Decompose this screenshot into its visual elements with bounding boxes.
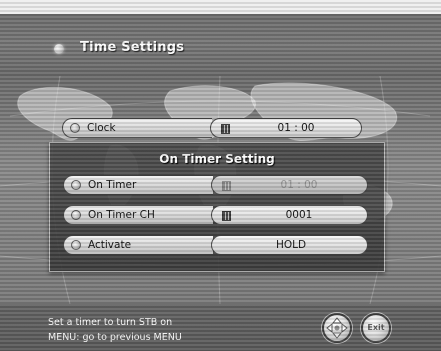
- exit-button[interactable]: Exit: [361, 313, 391, 343]
- on-timer-ch-value-field[interactable]: 0001: [211, 205, 368, 225]
- panel-title: On Timer Setting: [159, 152, 275, 166]
- clock-label-pill: Clock: [62, 118, 212, 138]
- clock-value-field[interactable]: 01 : 00: [210, 118, 362, 138]
- on-timer-row[interactable]: On Timer 01 : 00: [63, 175, 368, 195]
- on-timer-label: On Timer: [88, 179, 137, 191]
- on-timer-value: 01 : 00: [280, 179, 318, 191]
- navigation-arrows-button[interactable]: [322, 313, 352, 343]
- radio-icon: [71, 240, 81, 250]
- radio-icon: [71, 210, 81, 220]
- page-title: Time Settings: [80, 40, 185, 55]
- stb-screen: Time Settings Clock 01: 00 On Timer Set…: [0, 0, 441, 351]
- help-text-line-2: MENU: go to previous MENU: [48, 332, 182, 343]
- numeric-keypad-icon: [221, 124, 230, 134]
- navigation-arrows-icon: [326, 317, 348, 339]
- activate-value-field[interactable]: HOLD: [211, 235, 368, 255]
- on-timer-panel: On Timer Setting On Timer 01 : 00 On Tim…: [49, 142, 385, 272]
- radio-icon: [70, 123, 80, 133]
- clock-value: 01 : 00: [277, 122, 315, 134]
- clock-label: Clock: [87, 122, 116, 134]
- on-timer-label-pill: On Timer: [63, 175, 213, 195]
- exit-label: Exit: [367, 323, 385, 332]
- help-text-line-1: Set a timer to turn STB on: [48, 317, 173, 328]
- top-border: [0, 0, 441, 14]
- title-bar: Time Settings: [0, 14, 441, 76]
- on-timer-ch-label: On Timer CH: [88, 209, 155, 221]
- activate-row[interactable]: Activate HOLD: [63, 235, 368, 255]
- clock-row[interactable]: Clock 01 : 00: [62, 118, 362, 138]
- on-timer-ch-row[interactable]: On Timer CH 0001: [63, 205, 368, 225]
- on-timer-ch-value: 0001: [285, 209, 313, 221]
- numeric-keypad-icon: [222, 181, 231, 191]
- help-bar: Set a timer to turn STB on MENU: go to p…: [0, 304, 441, 351]
- on-timer-ch-label-pill: On Timer CH: [63, 205, 213, 225]
- radio-icon: [71, 180, 81, 190]
- title-bullet-icon: [54, 44, 64, 54]
- on-timer-value-field[interactable]: 01 : 00: [211, 175, 368, 195]
- activate-label: Activate: [88, 239, 132, 251]
- activate-label-pill: Activate: [63, 235, 213, 255]
- numeric-keypad-icon: [222, 211, 231, 221]
- activate-value: HOLD: [275, 239, 307, 251]
